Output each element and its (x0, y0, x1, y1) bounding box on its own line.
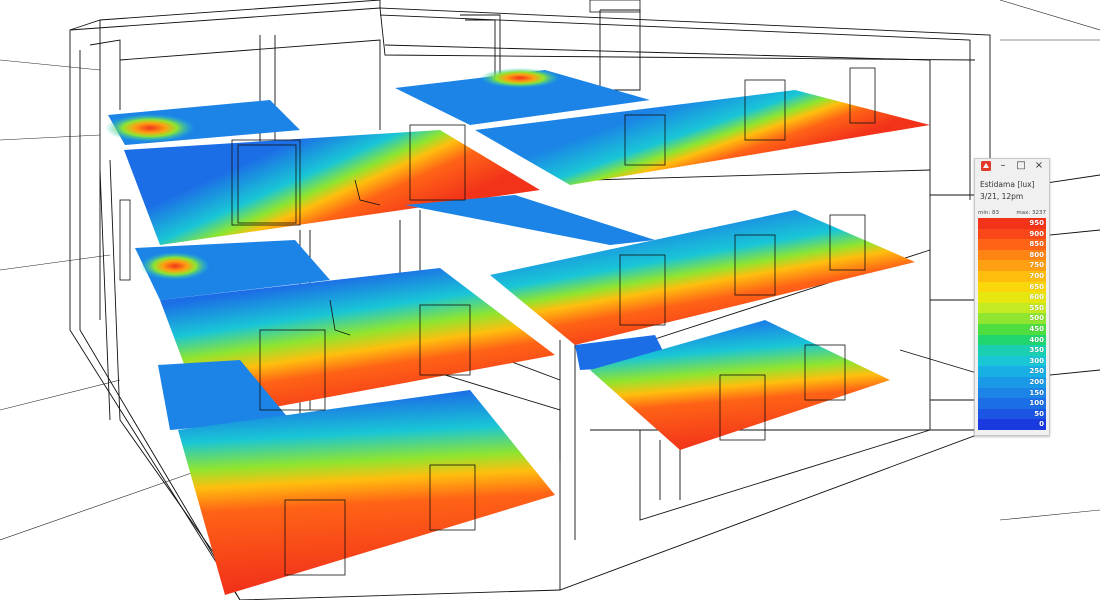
scale-label: 650 (1029, 282, 1044, 291)
scale-label: 450 (1029, 325, 1044, 333)
legend-date: 3/21, 12pm (980, 192, 1024, 201)
restore-button[interactable]: □ (1015, 160, 1027, 172)
scale-label: 700 (1029, 272, 1044, 280)
scale-band: 150 (978, 387, 1046, 399)
scale-band: 250 (978, 366, 1046, 378)
minimize-button[interactable]: – (997, 160, 1009, 172)
scale-band: 900 (978, 228, 1046, 240)
max-value: max: 3237 (1016, 210, 1046, 216)
app-icon (981, 161, 991, 171)
scale-label: 750 (1029, 261, 1044, 270)
close-button[interactable]: × (1033, 160, 1045, 172)
scale-label: 250 (1029, 367, 1044, 376)
building-3d-viewport[interactable] (0, 0, 1100, 600)
scale-label: 150 (1029, 388, 1044, 397)
scale-label: 300 (1029, 356, 1044, 365)
scale-label: 400 (1029, 335, 1044, 344)
scale-band: 650 (978, 281, 1046, 293)
scale-label: 550 (1029, 303, 1044, 312)
scale-band: 700 (978, 271, 1046, 283)
scale-band: 800 (978, 249, 1046, 261)
scale-label: 200 (1029, 378, 1044, 386)
scale-label: 600 (1029, 293, 1044, 302)
min-value: min: 83 (978, 210, 999, 216)
scale-band: 350 (978, 345, 1046, 357)
heatmap-plane-lower-left (158, 360, 555, 595)
scale-band: 0 (978, 419, 1046, 431)
scale-band: 600 (978, 292, 1046, 304)
scale-label: 50 (1034, 409, 1044, 418)
scale-band: 300 (978, 355, 1046, 367)
color-scale: 950 900 850 800 750 700 650 600 550 500 450 400 350 3… (978, 218, 1046, 431)
scale-band: 50 (978, 408, 1046, 420)
scale-label: 0 (1039, 420, 1044, 429)
scale-band: 450 (978, 324, 1046, 336)
legend-window[interactable]: – □ × Estidama [lux] 3/21, 12pm min: 83 … (974, 158, 1050, 436)
scale-band: 500 (978, 313, 1046, 325)
scale-label: 350 (1029, 346, 1044, 355)
legend-title: Estidama [lux] (980, 180, 1035, 189)
scale-band: 850 (978, 239, 1046, 251)
scale-label: 500 (1029, 314, 1044, 323)
scale-label: 100 (1029, 399, 1044, 408)
scale-band: 550 (978, 302, 1046, 314)
scale-band: 950 (978, 218, 1046, 230)
scale-label: 800 (1029, 250, 1044, 259)
scale-label: 900 (1029, 229, 1044, 238)
scale-band: 100 (978, 398, 1046, 410)
scale-label: 950 (1029, 219, 1044, 227)
legend-titlebar[interactable]: – □ × (975, 159, 1049, 173)
scale-band: 400 (978, 334, 1046, 346)
scale-band: 200 (978, 377, 1046, 389)
scale-label: 850 (1029, 240, 1044, 249)
scale-band: 750 (978, 260, 1046, 272)
